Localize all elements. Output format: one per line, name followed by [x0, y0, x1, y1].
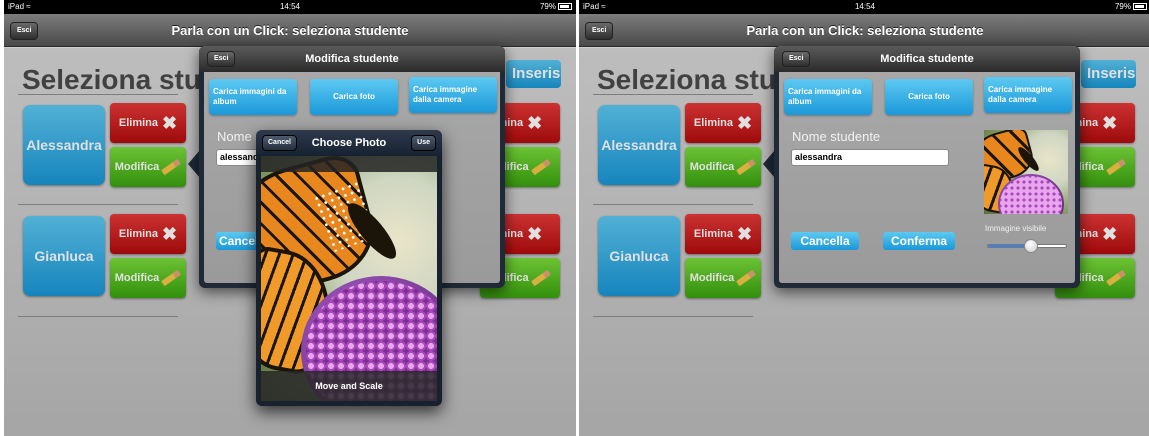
nav-title: Parla con un Click: seleziona studente — [746, 23, 984, 38]
visible-image-slider[interactable] — [987, 239, 1067, 253]
nav-bar: Esci Parla con un Click: seleziona stude… — [579, 14, 1149, 47]
album-button[interactable]: Carica immagini da album — [784, 79, 872, 115]
status-bar: iPad ≈ 14:54 79% — [4, 0, 576, 14]
left-screenshot: iPad ≈ 14:54 79% Esci Parla con un Click… — [4, 0, 576, 436]
camera-button[interactable]: Carica immagine dalla camera — [984, 77, 1072, 113]
popover-header: Modifica studente Esci — [199, 46, 505, 72]
popover-body: Carica immagini da album Carica foto Car… — [779, 72, 1075, 283]
battery-icon — [1133, 3, 1147, 11]
popover-title: Modifica studente — [880, 53, 974, 65]
name-input[interactable]: alessandra — [791, 149, 949, 166]
battery-status: 79% — [1115, 0, 1147, 14]
name-label: Nome studente — [792, 129, 881, 144]
slider-knob[interactable] — [1023, 239, 1038, 253]
choose-photo-dialog: Choose Photo Cancel Use Move and Scale — [256, 130, 442, 406]
move-and-scale-label: Move and Scale — [261, 371, 437, 401]
photo-button[interactable]: Carica foto — [885, 79, 973, 115]
name-label: Nome studente — [217, 129, 259, 144]
photo-preview[interactable] — [261, 156, 437, 401]
chooser-cancel-button[interactable]: Cancel — [262, 135, 297, 151]
right-screenshot: iPad ≈ 14:54 79% Esci Parla con un Click… — [579, 0, 1149, 436]
popover-header: Modifica studente Esci — [774, 46, 1080, 72]
battery-icon — [558, 3, 572, 11]
battery-status: 79% — [540, 0, 572, 14]
visible-image-label: Immagine visibile — [985, 224, 1047, 233]
status-time: 14:54 — [854, 2, 876, 11]
student-thumbnail — [984, 130, 1068, 214]
edit-student-popover: Modifica studente Esci Carica immagini d… — [774, 46, 1080, 288]
album-button[interactable]: Carica immagini da album — [209, 79, 297, 115]
confirm-button[interactable]: Conferma — [883, 232, 955, 250]
chooser-use-button[interactable]: Use — [411, 135, 436, 151]
photo-button[interactable]: Carica foto — [310, 79, 398, 115]
chooser-header: Choose Photo Cancel Use — [256, 130, 442, 156]
status-bar: iPad ≈ 14:54 79% — [579, 0, 1149, 14]
camera-button[interactable]: Carica immagine dalla camera — [409, 77, 497, 113]
status-time: 14:54 — [279, 2, 301, 11]
chooser-top-strip — [261, 156, 437, 172]
popover-exit-button[interactable]: Esci — [782, 51, 811, 67]
cancel-button[interactable]: Cancella — [791, 232, 859, 250]
popover-title: Modifica studente — [305, 53, 399, 65]
popover-exit-button[interactable]: Esci — [207, 51, 236, 67]
nav-title: Parla con un Click: seleziona studente — [171, 23, 409, 38]
nav-bar: Esci Parla con un Click: seleziona stude… — [4, 14, 576, 47]
